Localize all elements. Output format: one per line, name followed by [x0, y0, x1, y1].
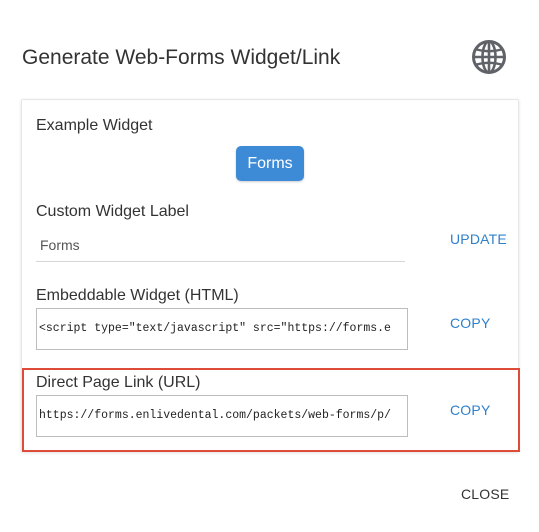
embed-code-field[interactable]: <script type="text/javascript" src="http…: [36, 308, 408, 350]
custom-widget-label-heading: Custom Widget Label: [36, 203, 189, 220]
example-widget-label: Example Widget: [36, 117, 153, 134]
close-button[interactable]: CLOSE: [461, 486, 509, 502]
generate-widget-dialog: Generate Web-Forms Widget/Link Example W…: [0, 0, 539, 532]
embeddable-widget-label: Embeddable Widget (HTML): [36, 287, 239, 304]
example-forms-button[interactable]: Forms: [236, 146, 304, 181]
direct-link-url-field[interactable]: https://forms.enlivedental.com/packets/w…: [36, 395, 408, 437]
direct-link-label: Direct Page Link (URL): [36, 374, 201, 391]
custom-widget-label-input[interactable]: [36, 228, 405, 262]
globe-icon[interactable]: [471, 39, 507, 75]
dialog-title: Generate Web-Forms Widget/Link: [22, 46, 341, 69]
copy-embed-button[interactable]: COPY: [450, 315, 490, 331]
update-button[interactable]: UPDATE: [450, 231, 507, 247]
copy-link-button[interactable]: COPY: [450, 402, 490, 418]
